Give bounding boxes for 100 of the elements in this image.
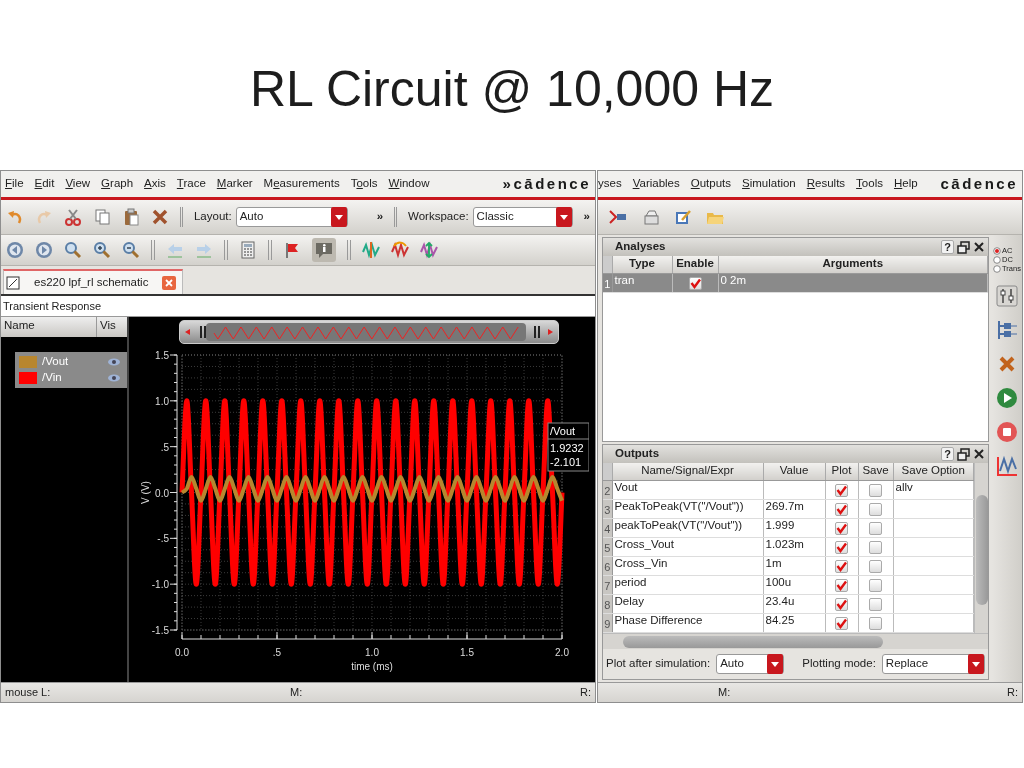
connector-icon[interactable] xyxy=(996,319,1018,341)
column-header[interactable]: Plot xyxy=(825,463,858,480)
menu-item[interactable]: View xyxy=(65,177,91,191)
zoom-out-icon[interactable] xyxy=(122,241,140,259)
workspace-dropdown[interactable]: Classic xyxy=(472,207,573,227)
menu-item[interactable]: Axis xyxy=(144,177,166,191)
schematic-icon xyxy=(6,275,20,290)
zoom-in-icon[interactable] xyxy=(93,241,111,259)
menu-item[interactable]: Tools xyxy=(856,177,883,191)
checkbox[interactable] xyxy=(869,559,882,573)
column-header[interactable]: Enable xyxy=(672,256,718,273)
overflow-chevron[interactable]: » xyxy=(376,210,384,224)
status-text: R: xyxy=(1007,685,1018,700)
range-scroller[interactable] xyxy=(179,320,559,344)
forward-icon[interactable] xyxy=(35,241,53,259)
scrollbar[interactable] xyxy=(974,463,988,633)
back-icon[interactable] xyxy=(6,241,24,259)
checkbox[interactable] xyxy=(869,502,882,516)
column-header[interactable]: Type xyxy=(612,256,672,273)
tick-label: 0.0 xyxy=(175,647,189,658)
restore-icon[interactable] xyxy=(957,240,970,254)
checkbox[interactable] xyxy=(835,540,848,554)
clipboard-icon[interactable] xyxy=(122,208,140,226)
help-button[interactable]: ? xyxy=(941,240,954,254)
checkbox[interactable] xyxy=(835,483,848,497)
checkbox[interactable] xyxy=(869,521,882,535)
marker-box[interactable] xyxy=(547,422,589,472)
eye-icon[interactable] xyxy=(107,373,121,383)
copy-icon[interactable] xyxy=(93,208,111,226)
status-text: M: xyxy=(717,685,732,700)
menu-item[interactable]: yses xyxy=(598,177,622,191)
row-number: 5 xyxy=(604,541,611,554)
marker-value: -2.101 xyxy=(550,456,582,468)
stop-icon[interactable] xyxy=(996,421,1018,443)
layout-dropdown[interactable]: Auto xyxy=(235,207,348,227)
menu-item[interactable]: Measurements xyxy=(263,177,340,191)
table-cell: 269.7m xyxy=(763,499,825,518)
restore-icon[interactable] xyxy=(957,447,970,461)
scissors-icon[interactable] xyxy=(64,208,82,226)
tab[interactable]: es220 lpf_rl schematic xyxy=(3,269,184,294)
column-header: Vis xyxy=(99,318,117,333)
checkbox[interactable] xyxy=(835,597,848,611)
plot-after-dropdown[interactable]: Auto xyxy=(716,654,785,674)
menu-item[interactable]: File xyxy=(5,177,24,191)
column-header[interactable]: Save Option xyxy=(893,463,974,480)
menu-item[interactable]: Outputs xyxy=(690,177,732,191)
marker-value: 1.9232 xyxy=(550,442,584,454)
connector-icon[interactable] xyxy=(608,208,628,226)
checkbox[interactable] xyxy=(835,578,848,592)
eye-icon[interactable] xyxy=(107,357,121,367)
menu-item[interactable]: Variables xyxy=(632,177,680,191)
scrollbar[interactable] xyxy=(603,633,988,649)
help-button[interactable]: ? xyxy=(941,447,954,461)
column-header[interactable]: Value xyxy=(763,463,825,480)
calculator-icon[interactable] xyxy=(239,241,257,259)
menu-item[interactable]: Results xyxy=(806,177,846,191)
marker-label: /Vout xyxy=(550,425,576,437)
flag-icon[interactable] xyxy=(283,241,301,259)
checkbox[interactable] xyxy=(869,540,882,554)
info-icon[interactable] xyxy=(312,238,336,262)
zoom-icon[interactable] xyxy=(64,241,82,259)
waveform-icon[interactable] xyxy=(996,455,1018,477)
column-header: Name xyxy=(1,317,97,337)
checkbox[interactable] xyxy=(869,483,882,497)
menu-item[interactable]: Simulation xyxy=(742,177,796,191)
column-header[interactable]: Save xyxy=(858,463,893,480)
tick-label: 1.5 xyxy=(155,350,169,361)
field-label: Layout: xyxy=(193,210,232,224)
checkbox[interactable] xyxy=(869,597,882,611)
checkbox[interactable] xyxy=(835,616,848,630)
trace-name: /Vin xyxy=(42,371,63,385)
settings-icon[interactable] xyxy=(996,285,1018,307)
table-cell: Cross_Vin xyxy=(612,556,763,575)
close-icon[interactable] xyxy=(973,448,985,460)
checkbox[interactable] xyxy=(688,276,702,290)
checkbox[interactable] xyxy=(835,559,848,573)
delete-icon[interactable] xyxy=(151,208,169,226)
menu-item[interactable]: Edit xyxy=(34,177,55,191)
undo-icon[interactable] xyxy=(6,208,24,226)
waveform-icon[interactable] xyxy=(420,241,438,259)
menu-item[interactable]: Window xyxy=(388,177,430,191)
waveform-icon[interactable] xyxy=(362,241,380,259)
column-header[interactable]: Name/Signal/Expr xyxy=(612,463,763,480)
menu-item[interactable]: Help xyxy=(893,177,918,191)
waveform-icon[interactable] xyxy=(391,241,409,259)
menu-item[interactable]: Graph xyxy=(101,177,134,191)
menu-item[interactable]: Marker xyxy=(216,177,253,191)
checkbox[interactable] xyxy=(869,616,882,630)
plotting-mode-dropdown[interactable]: Replace xyxy=(881,654,985,674)
checkbox[interactable] xyxy=(835,502,848,516)
checkbox[interactable] xyxy=(835,521,848,535)
overflow-chevron[interactable]: » xyxy=(583,210,590,224)
checkbox[interactable] xyxy=(869,578,882,592)
menu-item[interactable]: Tools xyxy=(350,177,378,191)
document-icon[interactable] xyxy=(642,208,660,226)
edit-icon[interactable] xyxy=(674,208,692,226)
menu-item[interactable]: Trace xyxy=(176,177,206,191)
play-icon[interactable] xyxy=(996,387,1018,409)
column-header[interactable]: Arguments xyxy=(718,256,988,273)
close-icon[interactable] xyxy=(973,241,985,253)
